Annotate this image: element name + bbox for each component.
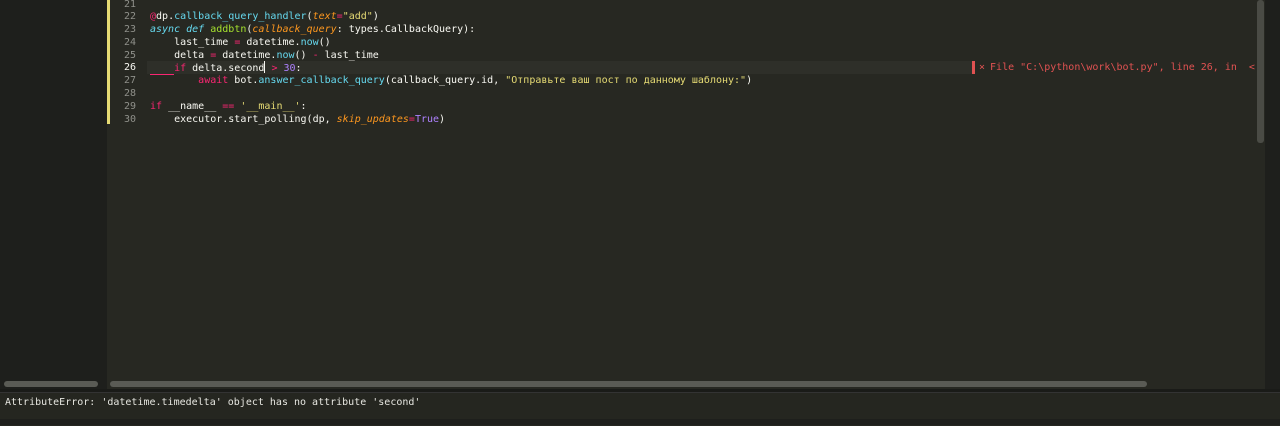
code-token: def xyxy=(186,24,205,35)
status-strip xyxy=(0,419,1280,425)
code-token: __name__ xyxy=(162,101,223,112)
code-token: async xyxy=(150,24,181,35)
code-token: if xyxy=(174,63,187,74)
code-token: datetime. xyxy=(216,50,277,61)
code-line-23[interactable]: async def addbtn(callback_query: types.C… xyxy=(150,23,475,36)
code-token: : xyxy=(300,101,307,112)
code-line-27[interactable]: await bot.answer_callback_query(callback… xyxy=(150,74,752,87)
code-token: bot. xyxy=(228,75,259,86)
code-token: addbtn xyxy=(210,24,247,35)
code-token: datetime. xyxy=(240,37,301,48)
code-token: True xyxy=(414,114,440,125)
modified-lines-marker xyxy=(107,0,110,124)
code-token: now xyxy=(300,37,319,48)
code-token: now xyxy=(276,50,295,61)
code-token: text xyxy=(312,11,337,22)
code-line-29[interactable]: if __name__ == '__main__': xyxy=(150,100,307,113)
code-token: : xyxy=(295,63,302,74)
line-number: 23 xyxy=(123,24,136,35)
code-token: ) xyxy=(372,11,379,22)
line-number-gutter: 21 22 23 24 25 26 27 28 29 30 xyxy=(107,0,147,389)
line-number: 22 xyxy=(123,11,136,22)
code-token: await xyxy=(198,75,229,86)
code-token: callback_query_handler xyxy=(174,11,307,22)
line-number: 29 xyxy=(123,101,136,112)
code-token: (callback_query.id, xyxy=(384,75,506,86)
code-token: '__main__' xyxy=(234,101,301,112)
code-token: delta xyxy=(174,50,211,61)
line-number: 28 xyxy=(123,88,136,99)
vertical-scrollbar-thumb[interactable] xyxy=(1257,0,1264,143)
code-token: : types.CallbackQuery): xyxy=(336,24,476,35)
code-editor[interactable]: @dp.callback_query_handler(text="add") a… xyxy=(147,0,1255,381)
code-line-22[interactable]: @dp.callback_query_handler(text="add") xyxy=(150,10,379,23)
close-icon[interactable]: × xyxy=(975,62,990,73)
code-token: > xyxy=(265,63,278,74)
code-token: () xyxy=(294,50,313,61)
code-token: callback_query xyxy=(252,24,337,35)
code-token: () xyxy=(318,37,331,48)
code-token: last_time xyxy=(318,50,379,61)
sidebar-panel xyxy=(0,0,107,389)
code-line-26[interactable]: if delta.second > 30: xyxy=(150,61,302,75)
code-token: == xyxy=(222,101,235,112)
code-token: last_time xyxy=(174,37,235,48)
code-token: 30 xyxy=(277,63,296,74)
code-line-24[interactable]: last_time = datetime.now() xyxy=(150,36,331,49)
code-token: "add" xyxy=(342,11,373,22)
code-token: dp. xyxy=(156,11,175,22)
code-token: ) xyxy=(439,114,446,125)
line-number: 30 xyxy=(123,114,136,125)
code-token: executor.start_polling(dp, xyxy=(174,114,337,125)
code-token: ) xyxy=(746,75,753,86)
code-token: answer_callback_query xyxy=(258,75,385,86)
code-token: if xyxy=(150,101,163,112)
error-annotation[interactable]: × File "C:\python\work\bot.py", line 26, … xyxy=(972,61,1258,74)
code-line-30[interactable]: executor.start_polling(dp, skip_updates=… xyxy=(150,113,445,126)
code-token: skip_updates xyxy=(336,114,409,125)
sidebar-horizontal-scrollbar[interactable] xyxy=(4,381,98,387)
line-number: 24 xyxy=(123,37,136,48)
error-annotation-text: File "C:\python\work\bot.py", line 26, i… xyxy=(990,62,1255,73)
right-edge-panel xyxy=(1265,0,1280,389)
line-number-active: 26 xyxy=(123,62,136,73)
line-number: 27 xyxy=(123,75,136,86)
code-token: delta.second xyxy=(186,63,265,74)
error-message: AttributeError: 'datetime.timedelta' obj… xyxy=(5,397,421,408)
horizontal-scrollbar-thumb[interactable] xyxy=(110,381,1147,387)
code-token: "Отправьте ваш пост по данному шаблону:" xyxy=(505,75,747,86)
